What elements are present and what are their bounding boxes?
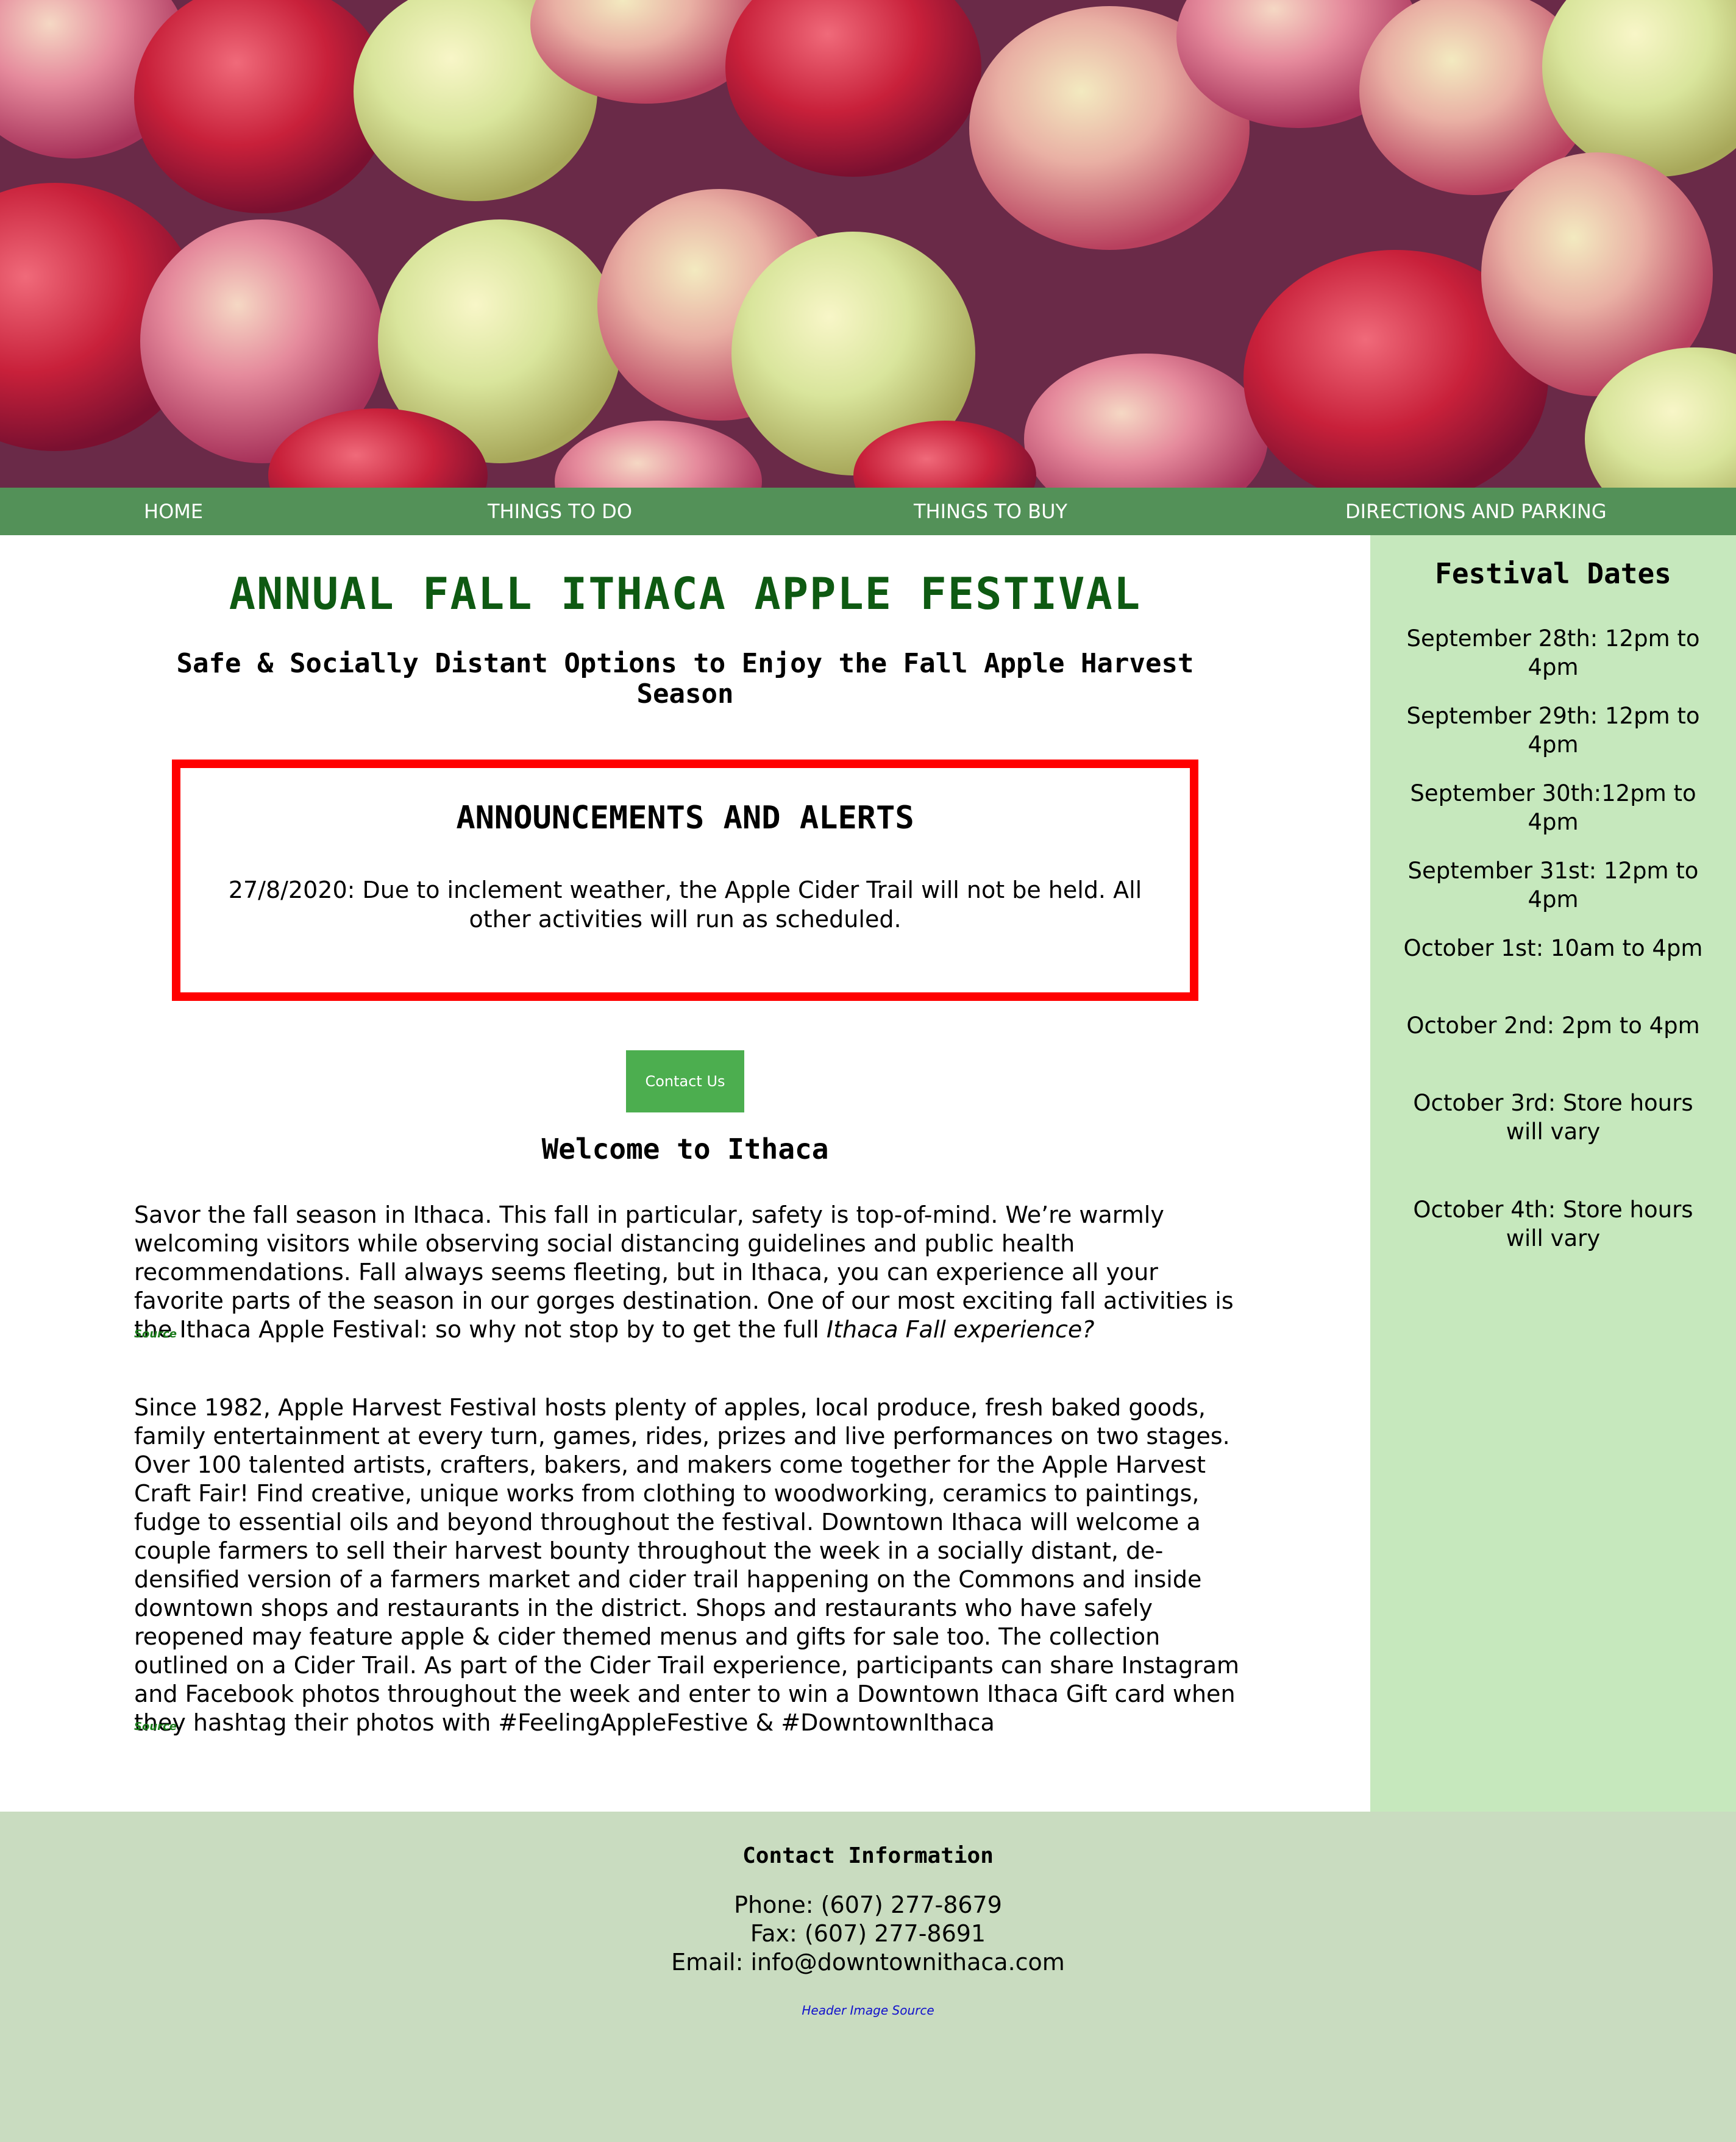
main-content: ANNUAL FALL ITHACA APPLE FESTIVAL Safe &… xyxy=(0,535,1370,1812)
announcement-text: 27/8/2020: Due to inclement weather, the… xyxy=(228,877,1142,933)
announcements-title: ANNOUNCEMENTS AND ALERTS xyxy=(456,800,914,836)
main-nav: HOME THINGS TO DO THINGS TO BUY DIRECTIO… xyxy=(0,488,1736,535)
contact-email[interactable]: Email: info@downtownithaca.com xyxy=(0,1948,1736,1977)
festival-date-item: October 2nd: 2pm to 4pm xyxy=(1406,1012,1700,1039)
nav-things-to-buy[interactable]: THINGS TO BUY xyxy=(914,488,1067,535)
footer: Contact Information Phone: (607) 277-867… xyxy=(0,1812,1736,2142)
intro-italic-text: Ithaca Fall experience? xyxy=(826,1316,1095,1343)
welcome-heading: Welcome to Ithaca xyxy=(541,1133,829,1165)
festival-dates-sidebar: Festival Dates September 28th: 12pm to 4… xyxy=(1370,535,1736,1812)
festival-date-item: October 4th: Store hours will vary xyxy=(1413,1197,1693,1251)
page-subtitle: Safe & Socially Distant Options to Enjoy… xyxy=(176,648,1194,710)
header-image-source-link[interactable]: Header Image Source xyxy=(0,2003,1736,2018)
nav-home[interactable]: HOME xyxy=(144,488,203,535)
festival-date-item: October 3rd: Store hours will vary xyxy=(1413,1090,1693,1145)
festival-date-item: October 1st: 10am to 4pm xyxy=(1403,935,1703,961)
festival-dates-title: Festival Dates xyxy=(1435,557,1671,590)
festival-date-item: September 29th: 12pm to 4pm xyxy=(1406,703,1700,758)
nav-directions-and-parking[interactable]: DIRECTIONS AND PARKING xyxy=(1345,488,1607,535)
apples-image xyxy=(0,0,1736,488)
source-link[interactable]: Source xyxy=(134,1720,177,1733)
festival-paragraph: Since 1982, Apple Harvest Festival hosts… xyxy=(134,1394,1239,1736)
page-title: ANNUAL FALL ITHACA APPLE FESTIVAL xyxy=(229,568,1142,619)
festival-date-item: September 28th: 12pm to 4pm xyxy=(1406,625,1700,680)
contact-fax: Fax: (607) 277-8691 xyxy=(750,1920,986,1947)
intro-paragraph: Savor the fall season in Ithaca. This fa… xyxy=(134,1201,1243,1344)
contact-phone: Phone: (607) 277-8679 xyxy=(734,1891,1002,1918)
nav-things-to-do[interactable]: THINGS TO DO xyxy=(488,488,632,535)
festival-date-item: September 31st: 12pm to 4pm xyxy=(1407,858,1699,913)
contact-us-button[interactable]: Contact Us xyxy=(626,1050,744,1112)
contact-information-title: Contact Information xyxy=(742,1843,994,1868)
festival-date-item: September 30th:12pm to 4pm xyxy=(1410,780,1696,835)
announcements-box: ANNOUNCEMENTS AND ALERTS 27/8/2020: Due … xyxy=(172,760,1198,1001)
source-link[interactable]: Source xyxy=(134,1328,177,1340)
header-image xyxy=(0,0,1736,488)
